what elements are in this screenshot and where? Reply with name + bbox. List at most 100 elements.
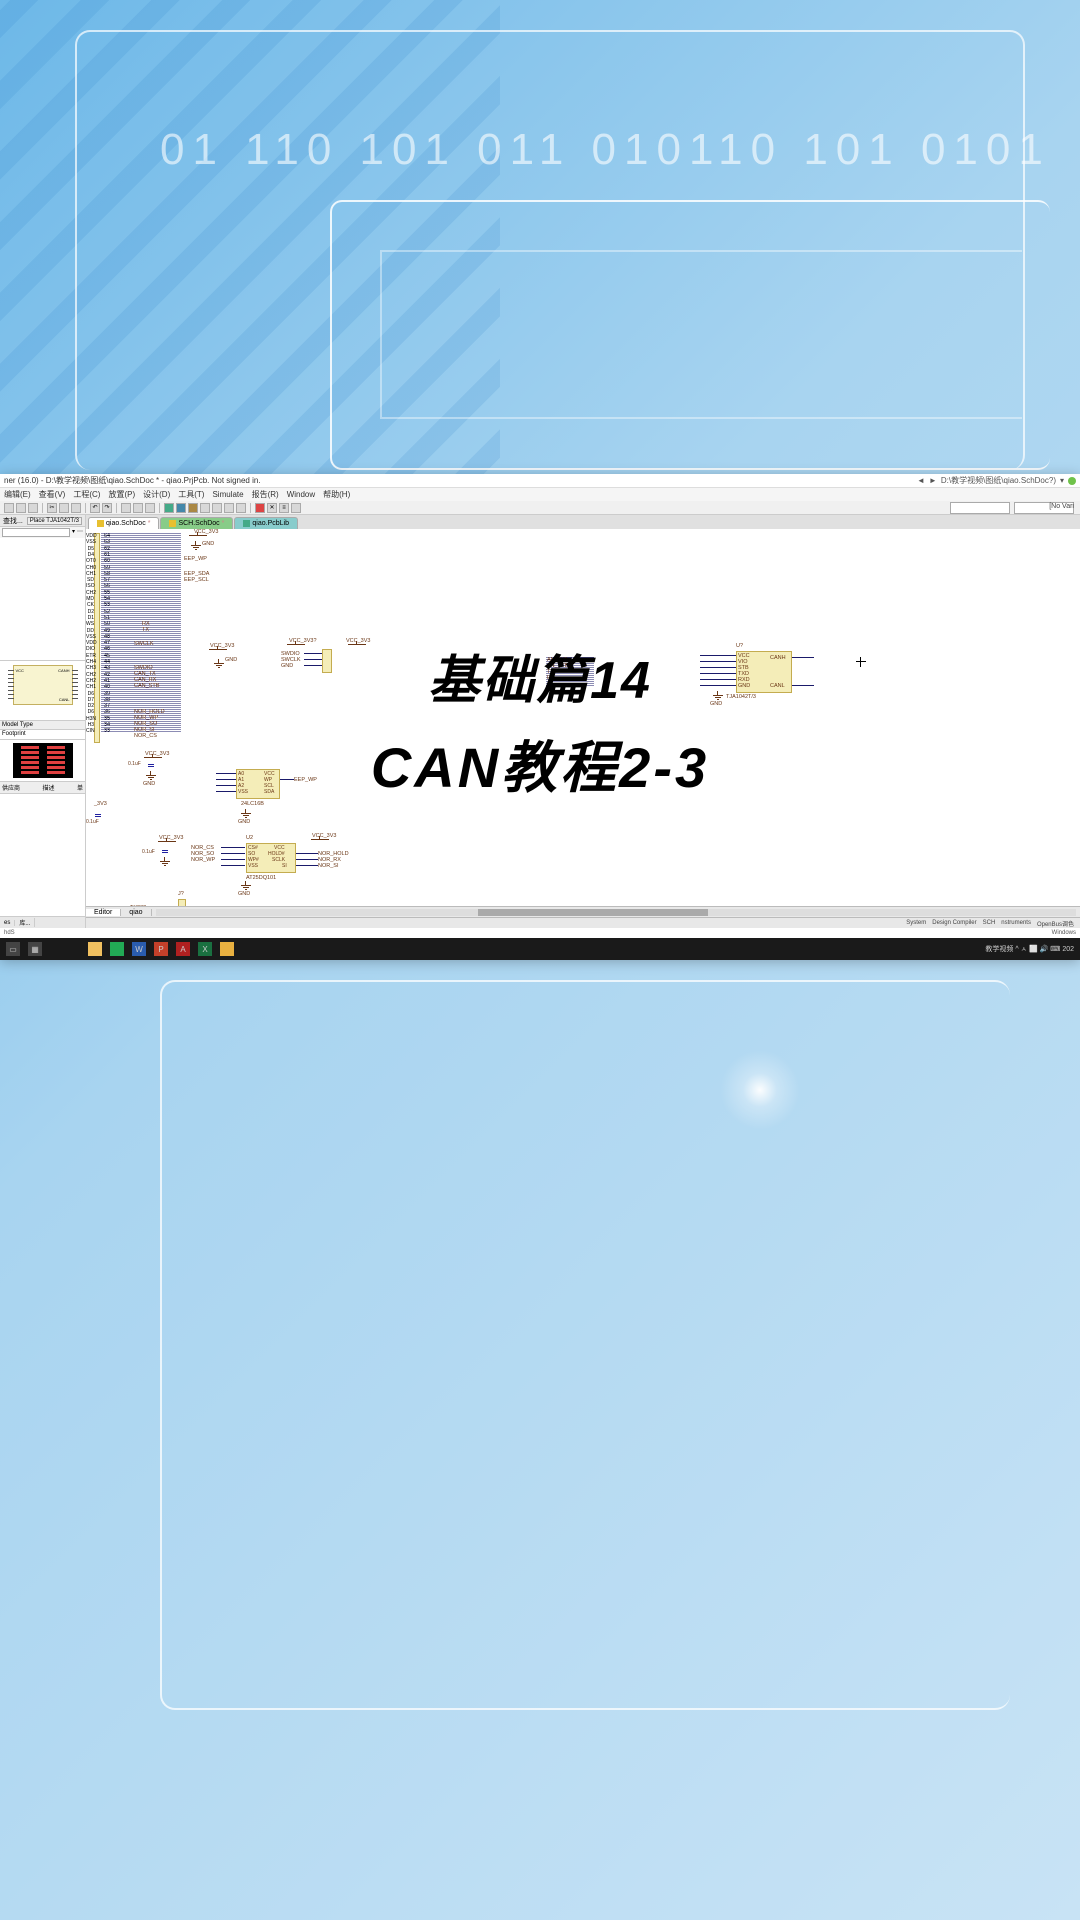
tab-qiao[interactable]: qiao xyxy=(121,909,151,916)
tool-sheet-icon[interactable] xyxy=(236,503,246,513)
cap-value[interactable]: 0.1uF xyxy=(128,761,141,767)
designator[interactable]: U2 xyxy=(246,835,253,841)
tool-list-icon[interactable]: ≡ xyxy=(279,503,289,513)
net-label[interactable]: VCC_3V3 xyxy=(194,529,218,535)
panel-system[interactable]: System xyxy=(906,920,926,926)
menu-place[interactable]: 放置(P) xyxy=(108,489,135,500)
net-label[interactable]: GND xyxy=(225,657,237,663)
wire[interactable] xyxy=(700,685,736,686)
wire[interactable] xyxy=(700,655,736,656)
wire-bundle[interactable] xyxy=(101,533,181,733)
tab-sch-schdoc[interactable]: SCH.SchDoc* xyxy=(160,517,233,529)
dropdown-icon[interactable]: ▾ xyxy=(1060,476,1064,485)
net-label[interactable]: GND xyxy=(281,663,293,669)
power-port[interactable] xyxy=(189,535,207,536)
wire[interactable] xyxy=(792,657,814,658)
net-label[interactable]: TX xyxy=(142,627,149,633)
tab-qiao-pcblib[interactable]: qiao.PcbLib xyxy=(234,517,298,529)
tool-paste-icon[interactable] xyxy=(71,503,81,513)
app-icon-1[interactable] xyxy=(110,942,124,956)
tool-undo-icon[interactable]: ↶ xyxy=(90,503,100,513)
panel-design-compiler[interactable]: Design Compiler xyxy=(932,920,976,926)
menu-window[interactable]: Window xyxy=(287,490,315,499)
tool-save-icon[interactable] xyxy=(28,503,38,513)
supplier-grid[interactable] xyxy=(0,794,85,917)
wire[interactable] xyxy=(700,673,736,674)
uart-connector[interactable] xyxy=(178,899,186,906)
powerpoint-icon[interactable]: P xyxy=(154,942,168,956)
designator[interactable]: J? xyxy=(178,891,184,897)
net-label[interactable]: EEP_WP xyxy=(294,777,317,783)
net-label[interactable]: TX232 xyxy=(130,905,146,906)
net-label[interactable]: NOR_CS xyxy=(134,733,157,739)
tool-cut-icon[interactable]: ✂ xyxy=(47,503,57,513)
menu-tools[interactable]: 工具(T) xyxy=(178,489,204,500)
panel-sch[interactable]: SCH xyxy=(983,920,996,926)
panel-tab-es[interactable]: es xyxy=(0,920,15,926)
nav-back-icon[interactable]: ◄ xyxy=(917,476,925,485)
power-port[interactable] xyxy=(144,757,162,758)
menu-project[interactable]: 工程(C) xyxy=(73,489,100,500)
net-label[interactable]: GND xyxy=(238,891,250,897)
calculator-icon[interactable]: ▦ xyxy=(28,942,42,956)
menu-help[interactable]: 帮助(H) xyxy=(323,489,350,500)
net-label[interactable]: GND xyxy=(710,701,722,707)
capacitor[interactable] xyxy=(162,847,168,855)
word-icon[interactable]: W xyxy=(132,942,146,956)
wire[interactable] xyxy=(296,865,318,866)
file-explorer-icon[interactable] xyxy=(88,942,102,956)
wire[interactable] xyxy=(221,859,245,860)
net-label[interactable]: GND xyxy=(202,541,214,547)
wire[interactable] xyxy=(221,865,245,866)
menu-view[interactable]: 查看(V) xyxy=(39,489,66,500)
power-port[interactable] xyxy=(348,644,366,645)
menu-report[interactable]: 报告(R) xyxy=(252,489,279,500)
net-label[interactable]: VCC_3V3 xyxy=(159,835,183,841)
net-label[interactable]: _3V3 xyxy=(94,801,107,807)
wire[interactable] xyxy=(221,853,245,854)
wire[interactable] xyxy=(280,779,294,780)
tab-editor[interactable]: Editor xyxy=(86,909,121,916)
programmer-header[interactable] xyxy=(322,649,332,673)
filter-options-icon[interactable]: ⋯ xyxy=(77,528,83,537)
footprint-row[interactable]: Footprint xyxy=(0,730,85,740)
wire[interactable] xyxy=(221,847,245,848)
wire[interactable] xyxy=(304,665,322,666)
wire[interactable] xyxy=(296,859,318,860)
tool-select-icon[interactable] xyxy=(145,503,155,513)
wire[interactable] xyxy=(304,653,322,654)
capacitor[interactable] xyxy=(148,761,154,769)
filter-dropdown-icon[interactable]: ▾ xyxy=(72,528,75,537)
net-label[interactable]: VCC_3V3 xyxy=(312,833,336,839)
toolbar-combo-1[interactable] xyxy=(950,502,1010,514)
net-label[interactable]: GND xyxy=(143,781,155,787)
net-label[interactable]: CAN_STB xyxy=(134,683,159,689)
net-label[interactable]: SWCLK xyxy=(134,641,154,647)
excel-icon[interactable]: X xyxy=(198,942,212,956)
net-label[interactable]: EEP_SCL xyxy=(184,577,209,583)
tool-zoom-icon[interactable] xyxy=(121,503,131,513)
component-list-zone[interactable] xyxy=(0,538,85,661)
tool-cross-icon[interactable]: ✕ xyxy=(267,503,277,513)
panel-instruments[interactable]: nstruments xyxy=(1001,920,1031,926)
wire[interactable] xyxy=(792,685,814,686)
wire[interactable] xyxy=(700,667,736,668)
tool-copy-icon[interactable] xyxy=(59,503,69,513)
wire[interactable] xyxy=(216,791,236,792)
tool-fit-icon[interactable] xyxy=(133,503,143,513)
net-label[interactable]: EEP_WP xyxy=(184,556,207,562)
menu-edit[interactable]: 编辑(E) xyxy=(4,489,31,500)
tool-port-icon[interactable] xyxy=(200,503,210,513)
pdf-icon[interactable]: A xyxy=(176,942,190,956)
schematic-canvas[interactable]: 64VDD63VSS62D561D460OT059CH058CH157SD56I… xyxy=(86,529,1080,906)
power-port[interactable] xyxy=(287,644,305,645)
tool-power-icon[interactable] xyxy=(212,503,222,513)
folder-icon[interactable] xyxy=(220,942,234,956)
designator[interactable]: U? xyxy=(736,643,743,649)
nav-fwd-icon[interactable]: ► xyxy=(929,476,937,485)
capacitor[interactable] xyxy=(95,811,101,819)
net-label[interactable]: VCC_3V3? xyxy=(289,638,317,644)
part-label[interactable]: AT25DQ101 xyxy=(246,875,276,881)
wire[interactable] xyxy=(216,773,236,774)
tool-bus-icon[interactable] xyxy=(176,503,186,513)
